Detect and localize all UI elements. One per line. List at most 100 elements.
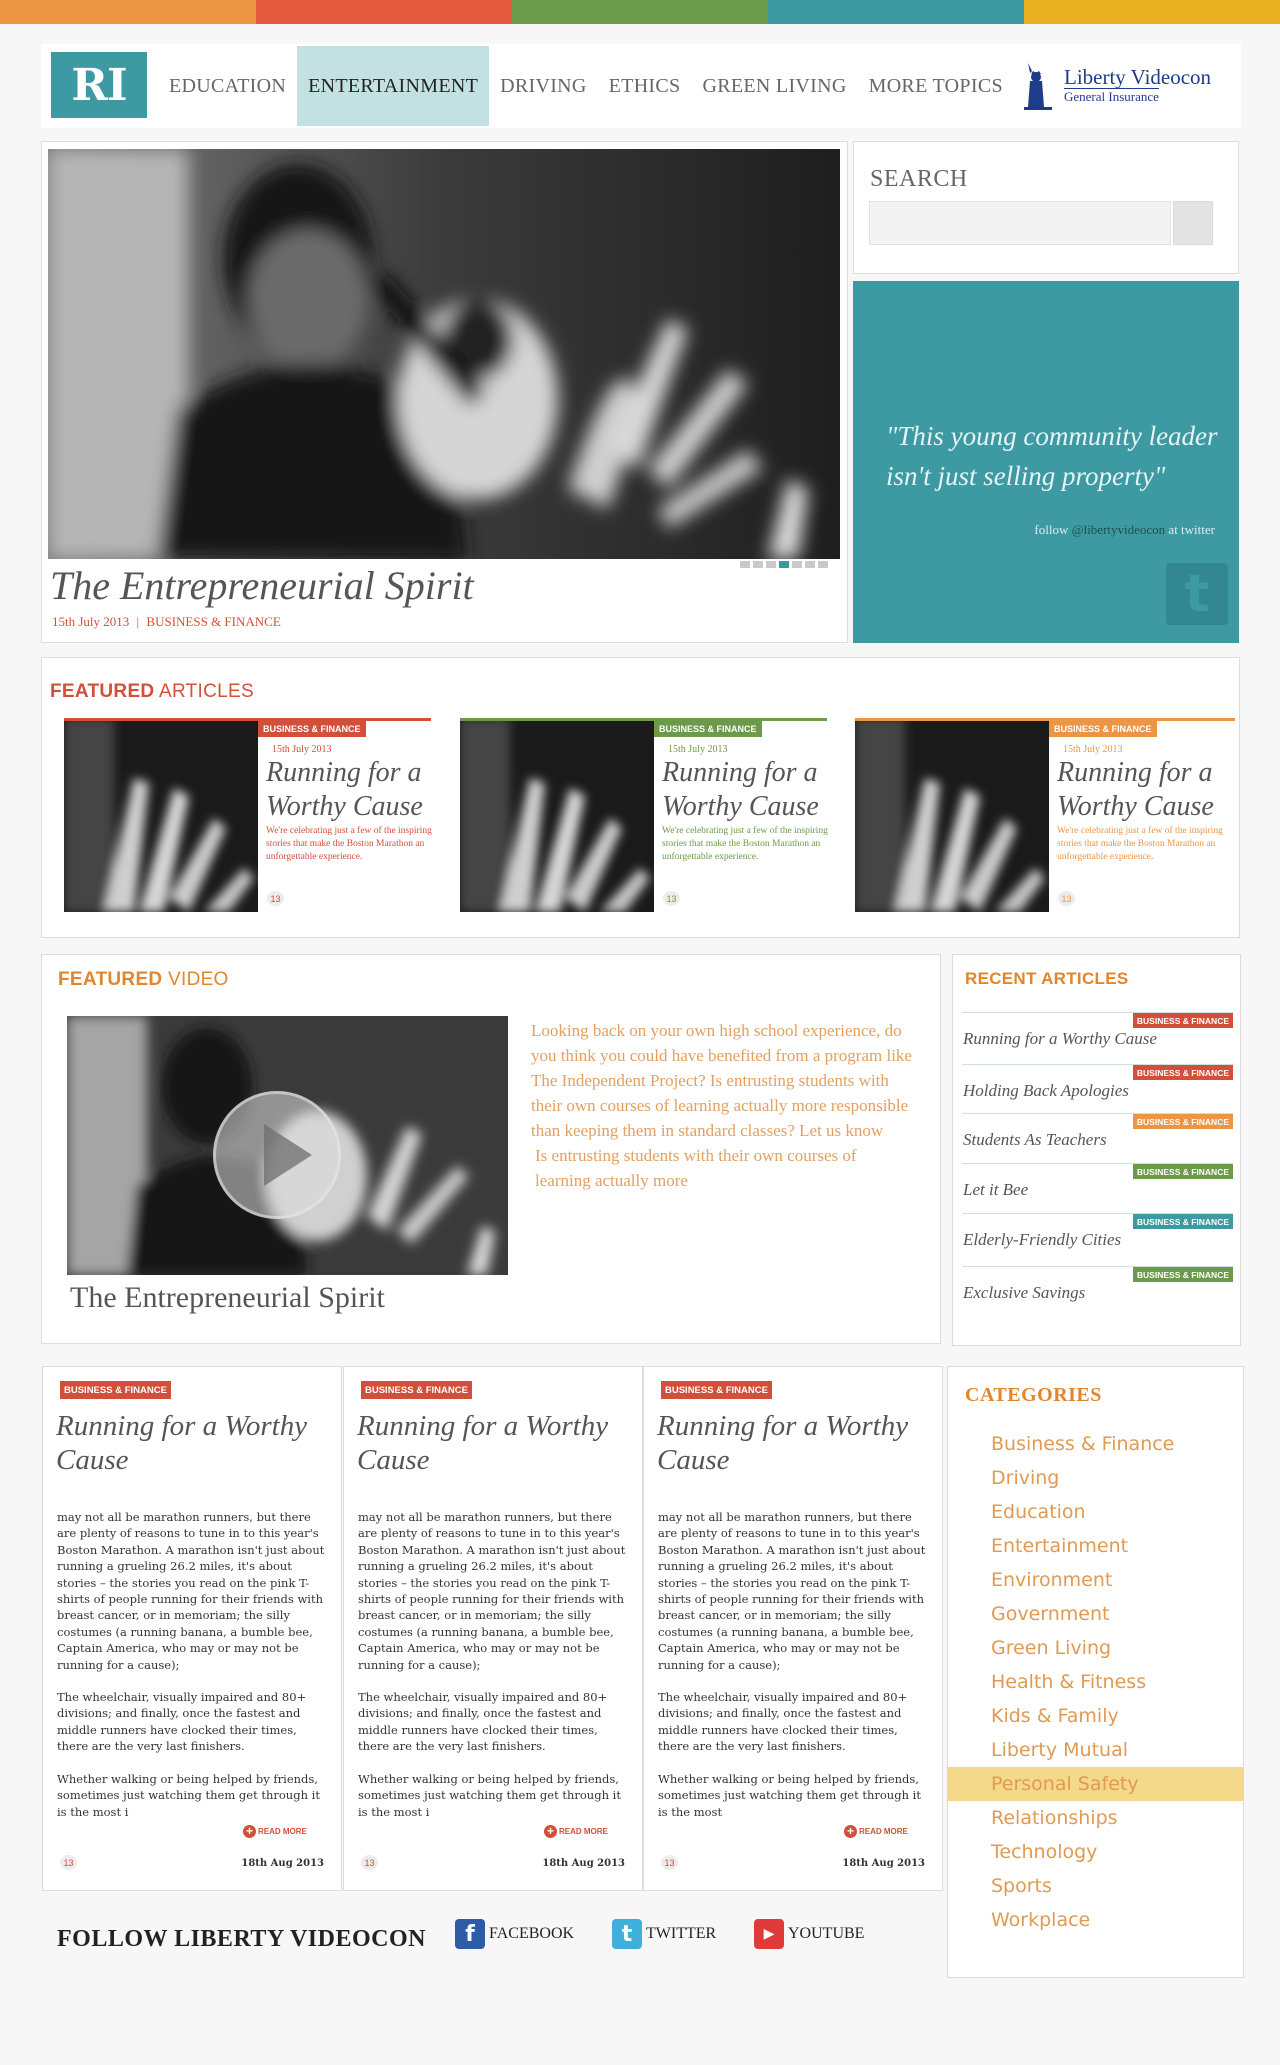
article-thumbnail[interactable] (460, 718, 654, 912)
comment-count[interactable]: 13 (361, 1855, 378, 1870)
twitter-icon[interactable]: t (1166, 563, 1228, 625)
slider-dot[interactable] (740, 561, 750, 568)
comment-count[interactable]: 13 (661, 1855, 678, 1870)
slider-dot[interactable] (753, 561, 763, 568)
post-title[interactable]: Running for a Worthy Cause (56, 1409, 326, 1477)
featured-article-card[interactable]: BUSINESS & FINANCE 15th July 2013 Running … (64, 718, 444, 912)
recent-article-item[interactable]: BUSINESS & FINANCE Holding Back Apologies (962, 1064, 1233, 1114)
article-thumbnail[interactable] (64, 718, 258, 912)
comment-count[interactable]: 13 (1058, 891, 1075, 906)
site-logo[interactable]: RI (51, 52, 147, 118)
social-label[interactable]: TWITTER (646, 1925, 716, 1943)
nav-item-green-living[interactable]: GREEN LIVING (691, 46, 857, 126)
category-badge[interactable]: BUSINESS & FINANCE (1132, 1114, 1233, 1129)
category-link-relationships[interactable]: Relationships (947, 1801, 1244, 1835)
post-title[interactable]: Running for a Worthy Cause (357, 1409, 627, 1477)
slider-dot[interactable] (779, 561, 789, 568)
category-link-personal-safety[interactable]: Personal Safety (947, 1767, 1244, 1801)
read-more-label[interactable]: READ MORE (258, 1827, 307, 1836)
slider-dot[interactable] (792, 561, 802, 568)
nav-item-ethics[interactable]: ETHICS (598, 46, 692, 126)
read-more-label[interactable]: READ MORE (559, 1827, 608, 1836)
category-badge[interactable]: BUSINESS & FINANCE (1132, 1013, 1233, 1028)
comment-count[interactable]: 13 (267, 891, 284, 906)
read-more-link[interactable]: + READ MORE (243, 1825, 307, 1838)
facebook-icon[interactable]: f (455, 1919, 485, 1949)
social-link-youtube[interactable]: ▶ YOUTUBE (754, 1919, 864, 1949)
recent-article-item[interactable]: BUSINESS & FINANCE Elderly-Friendly Citie… (962, 1213, 1233, 1263)
category-link-workplace[interactable]: Workplace (947, 1903, 1244, 1937)
category-badge[interactable]: BUSINESS & FINANCE (1049, 720, 1157, 737)
recent-article-item[interactable]: BUSINESS & FINANCE Let it Bee (962, 1163, 1233, 1213)
read-more-label[interactable]: READ MORE (859, 1827, 908, 1836)
nav-item-entertainment[interactable]: ENTERTAINMENT (297, 46, 490, 126)
article-date: 15th July 2013 (668, 744, 728, 755)
category-badge[interactable]: BUSINESS & FINANCE (1132, 1065, 1233, 1080)
category-badge[interactable]: BUSINESS & FINANCE (60, 1381, 171, 1399)
comment-count[interactable]: 13 (663, 891, 680, 906)
article-thumbnail[interactable] (855, 718, 1049, 912)
read-more-link[interactable]: + READ MORE (844, 1825, 908, 1838)
twitter-icon[interactable]: t (612, 1919, 642, 1949)
social-label[interactable]: YOUTUBE (788, 1925, 864, 1943)
article-title[interactable]: Running for a Worthy Cause (266, 756, 436, 824)
slider-dot[interactable] (818, 561, 828, 568)
social-link-twitter[interactable]: t TWITTER (612, 1919, 716, 1949)
category-link-liberty-mutual[interactable]: Liberty Mutual (947, 1733, 1244, 1767)
recent-article-title[interactable]: Elderly-Friendly Cities (963, 1230, 1121, 1250)
category-badge[interactable]: BUSINESS & FINANCE (1132, 1214, 1233, 1229)
hero-image[interactable] (48, 149, 840, 559)
featured-article-card[interactable]: BUSINESS & FINANCE 15th July 2013 Running … (460, 718, 840, 912)
category-badge[interactable]: BUSINESS & FINANCE (258, 720, 366, 737)
slider-dot[interactable] (766, 561, 776, 568)
play-button[interactable] (213, 1091, 341, 1219)
comment-count[interactable]: 13 (60, 1855, 77, 1870)
category-link-kids-family[interactable]: Kids & Family (947, 1699, 1244, 1733)
recent-article-title[interactable]: Holding Back Apologies (963, 1081, 1129, 1101)
hero-category[interactable]: BUSINESS & FINANCE (146, 614, 280, 629)
social-link-facebook[interactable]: f FACEBOOK (455, 1919, 574, 1949)
nav-item-education[interactable]: EDUCATION (158, 46, 297, 126)
category-link-sports[interactable]: Sports (947, 1869, 1244, 1903)
category-badge[interactable]: BUSINESS & FINANCE (1132, 1267, 1233, 1282)
recent-article-title[interactable]: Exclusive Savings (963, 1283, 1085, 1303)
video-description: Looking back on your own high school exp… (531, 1018, 916, 1193)
recent-article-title[interactable]: Students As Teachers (963, 1130, 1107, 1150)
category-link-green-living[interactable]: Green Living (947, 1631, 1244, 1665)
category-link-business-finance[interactable]: Business & Finance (947, 1427, 1244, 1461)
recent-article-title[interactable]: Running for a Worthy Cause (963, 1029, 1157, 1049)
brand-subtitle: General Insurance (1064, 88, 1159, 104)
youtube-icon[interactable]: ▶ (754, 1919, 784, 1949)
category-link-entertainment[interactable]: Entertainment (947, 1529, 1244, 1563)
category-link-education[interactable]: Education (947, 1495, 1244, 1529)
social-label[interactable]: FACEBOOK (489, 1925, 574, 1943)
recent-article-item[interactable]: BUSINESS & FINANCE Students As Teachers (962, 1113, 1233, 1163)
recent-article-item[interactable]: BUSINESS & FINANCE Running for a Worthy C… (962, 1012, 1233, 1062)
category-badge[interactable]: BUSINESS & FINANCE (1132, 1164, 1233, 1179)
recent-article-item[interactable]: BUSINESS & FINANCE Exclusive Savings (962, 1266, 1233, 1316)
search-input[interactable] (869, 201, 1171, 245)
category-badge[interactable]: BUSINESS & FINANCE (654, 720, 762, 737)
video-caption[interactable]: The Entrepreneurial Spirit (70, 1281, 385, 1315)
category-link-driving[interactable]: Driving (947, 1461, 1244, 1495)
search-button[interactable] (1173, 201, 1213, 245)
category-link-environment[interactable]: Environment (947, 1563, 1244, 1597)
twitter-handle-link[interactable]: @libertyvideocon (1072, 522, 1166, 537)
category-link-health-fitness[interactable]: Health & Fitness (947, 1665, 1244, 1699)
article-title[interactable]: Running for a Worthy Cause (1057, 756, 1227, 824)
category-link-technology[interactable]: Technology (947, 1835, 1244, 1869)
nav-item-driving[interactable]: DRIVING (489, 46, 598, 126)
recent-article-title[interactable]: Let it Bee (963, 1180, 1028, 1200)
slider-dot[interactable] (805, 561, 815, 568)
featured-article-card[interactable]: BUSINESS & FINANCE 15th July 2013 Running … (855, 718, 1235, 912)
category-badge[interactable]: BUSINESS & FINANCE (361, 1381, 472, 1399)
recent-articles-title: RECENT ARTICLES (965, 969, 1129, 988)
read-more-link[interactable]: + READ MORE (544, 1825, 608, 1838)
category-link-government[interactable]: Government (947, 1597, 1244, 1631)
post-title[interactable]: Running for a Worthy Cause (657, 1409, 927, 1477)
article-title[interactable]: Running for a Worthy Cause (662, 756, 832, 824)
hero-title[interactable]: The Entrepreneurial Spirit (50, 562, 474, 609)
brand-logo[interactable]: Liberty Videocon General Insurance (1020, 56, 1240, 116)
nav-item-more-topics[interactable]: MORE TOPICS (858, 46, 1014, 126)
category-badge[interactable]: BUSINESS & FINANCE (661, 1381, 772, 1399)
